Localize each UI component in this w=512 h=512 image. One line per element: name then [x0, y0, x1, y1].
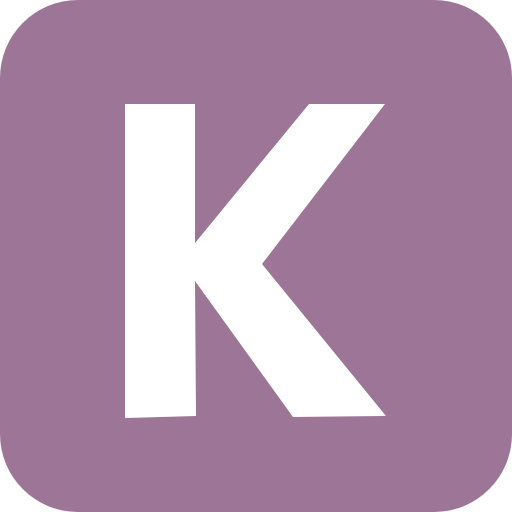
app-icon: K — [0, 0, 512, 512]
app-logo-k-icon — [125, 104, 386, 418]
k-glyph-shape — [125, 104, 386, 418]
